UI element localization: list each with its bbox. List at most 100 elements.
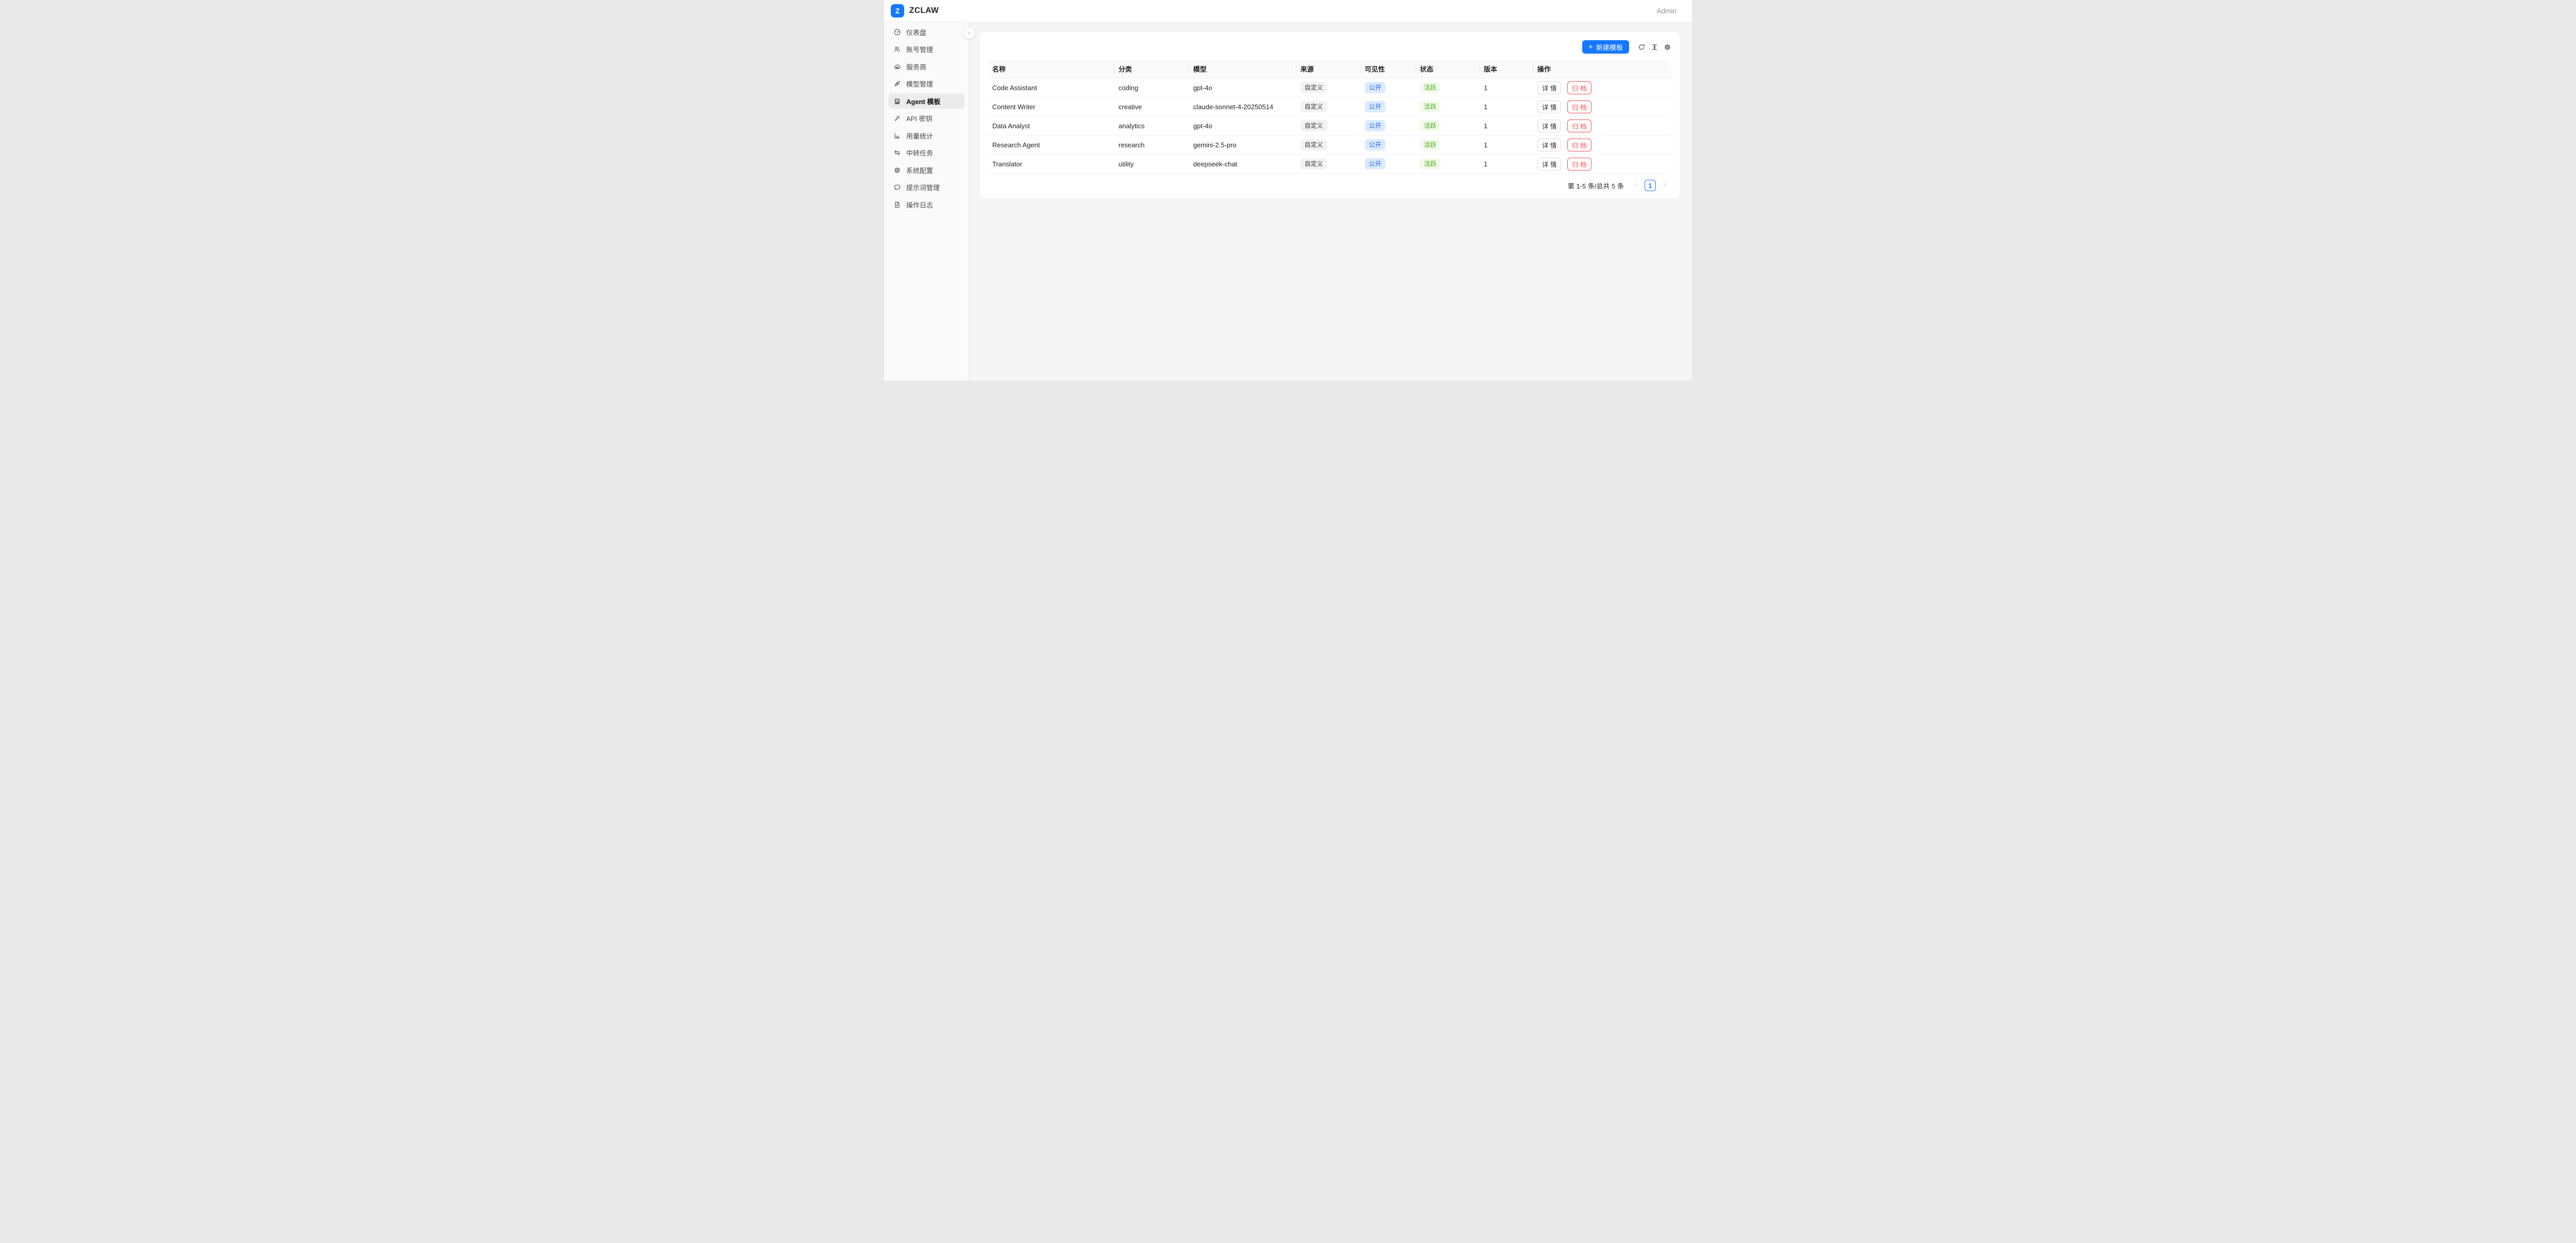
pagination-page-1[interactable]: 1	[1645, 180, 1656, 191]
status-tag: 活跃	[1420, 120, 1440, 131]
top-header: Z ZCLAW Admin	[884, 0, 1692, 22]
cell-status: 活跃	[1416, 155, 1480, 174]
cell-model: gemini-2.5-pro	[1189, 135, 1296, 155]
cell-version: 1	[1480, 135, 1533, 155]
gauge-icon	[893, 28, 901, 36]
pagination-prev-button[interactable]: ‹	[1630, 180, 1641, 191]
archive-button[interactable]: 归 档	[1567, 81, 1591, 94]
visibility-tag: 公开	[1365, 158, 1385, 169]
sidebar-item-dashboard[interactable]: 仪表盘	[888, 24, 964, 40]
column-height-button[interactable]	[1650, 40, 1658, 54]
brand-logo: Z	[891, 4, 904, 18]
column-header-visibility: 可见性	[1361, 60, 1416, 78]
cell-source: 自定义	[1296, 78, 1361, 97]
sidebar-item-agent-templates[interactable]: Agent 模板	[888, 93, 964, 109]
sidebar-item-relay-tasks[interactable]: 中转任务	[888, 145, 964, 161]
cell-visibility: 公开	[1361, 135, 1416, 155]
users-icon	[893, 45, 901, 53]
sidebar-item-providers[interactable]: 服务商	[888, 59, 964, 74]
cell-name: Translator	[988, 155, 1114, 174]
app-root: Z ZCLAW Admin 仪表盘 账号管理 服务商 模型管理	[884, 0, 1692, 381]
visibility-tag: 公开	[1365, 82, 1385, 93]
sidebar-item-accounts[interactable]: 账号管理	[888, 42, 964, 57]
cell-version: 1	[1480, 97, 1533, 116]
source-tag: 自定义	[1300, 158, 1327, 169]
cell-status: 活跃	[1416, 97, 1480, 116]
sidebar-collapse-button[interactable]: ‹	[964, 28, 975, 39]
cell-status: 活跃	[1416, 116, 1480, 135]
sidebar-item-label: API 密钥	[906, 113, 933, 123]
new-template-button[interactable]: + 新建模板	[1582, 40, 1629, 54]
chart-icon	[893, 132, 901, 140]
table-row: Translator utility deepseek-chat 自定义 公开 …	[988, 155, 1671, 174]
cell-source: 自定义	[1296, 116, 1361, 135]
sidebar-item-label: 用量统计	[906, 131, 933, 141]
pagination-next-button[interactable]: ›	[1659, 180, 1670, 191]
cell-category: utility	[1114, 155, 1189, 174]
logo-letter: Z	[895, 7, 900, 15]
table-body: Code Assistant coding gpt-4o 自定义 公开 活跃 1…	[988, 78, 1671, 174]
source-tag: 自定义	[1300, 82, 1327, 93]
cell-visibility: 公开	[1361, 97, 1416, 116]
detail-button[interactable]: 详 情	[1537, 120, 1561, 132]
column-height-icon	[1651, 43, 1658, 51]
cell-name: Code Assistant	[988, 78, 1114, 97]
sidebar-item-usage-stats[interactable]: 用量统计	[888, 128, 964, 143]
cell-source: 自定义	[1296, 135, 1361, 155]
table-row: Research Agent research gemini-2.5-pro 自…	[988, 135, 1671, 155]
archive-button[interactable]: 归 档	[1567, 100, 1591, 113]
cell-name: Content Writer	[988, 97, 1114, 116]
archive-button[interactable]: 归 档	[1567, 120, 1591, 132]
chat-icon	[893, 183, 901, 191]
sidebar-item-models[interactable]: 模型管理	[888, 76, 964, 92]
detail-button[interactable]: 详 情	[1537, 158, 1561, 171]
table-row: Content Writer creative claude-sonnet-4-…	[988, 97, 1671, 116]
content-card: + 新建模板	[980, 32, 1680, 198]
key-icon	[893, 114, 901, 122]
sidebar-item-label: Agent 模板	[906, 96, 940, 106]
detail-button[interactable]: 详 情	[1537, 81, 1561, 94]
table-row: Data Analyst analytics gpt-4o 自定义 公开 活跃 …	[988, 116, 1671, 135]
sidebar-item-api-keys[interactable]: API 密钥	[888, 111, 964, 126]
column-header-source: 来源	[1296, 60, 1361, 78]
status-tag: 活跃	[1420, 101, 1440, 112]
sidebar-item-label: 提示词管理	[906, 182, 940, 192]
source-tag: 自定义	[1300, 139, 1327, 150]
cell-name: Data Analyst	[988, 116, 1114, 135]
cell-version: 1	[1480, 155, 1533, 174]
sidebar-item-prompt-manage[interactable]: 提示词管理	[888, 180, 964, 195]
cell-source: 自定义	[1296, 155, 1361, 174]
archive-button[interactable]: 归 档	[1567, 158, 1591, 171]
detail-button[interactable]: 详 情	[1537, 139, 1561, 151]
column-header-status: 状态	[1416, 60, 1480, 78]
sidebar-nav: 仪表盘 账号管理 服务商 模型管理 Agent 模板 API 密钥	[884, 22, 969, 381]
settings-button[interactable]	[1663, 40, 1671, 54]
chevron-left-icon: ‹	[1634, 180, 1637, 190]
cell-status: 活跃	[1416, 135, 1480, 155]
sidebar-item-label: 中转任务	[906, 148, 933, 158]
source-tag: 自定义	[1300, 120, 1327, 131]
visibility-tag: 公开	[1365, 139, 1385, 150]
cell-actions: 详 情 归 档	[1533, 155, 1671, 174]
pagination-total-text: 第 1-5 条/总共 5 条	[1568, 181, 1624, 191]
cell-visibility: 公开	[1361, 155, 1416, 174]
cell-status: 活跃	[1416, 78, 1480, 97]
archive-button[interactable]: 归 档	[1567, 139, 1591, 151]
status-tag: 活跃	[1420, 158, 1440, 169]
chevron-left-icon: ‹	[968, 29, 970, 37]
column-header-version: 版本	[1480, 60, 1533, 78]
reload-button[interactable]	[1637, 40, 1646, 54]
sidebar-item-system-config[interactable]: 系统配置	[888, 162, 964, 178]
detail-button[interactable]: 详 情	[1537, 100, 1561, 113]
sidebar-item-label: 账号管理	[906, 44, 933, 54]
cell-actions: 详 情 归 档	[1533, 78, 1671, 97]
sidebar-item-operation-logs[interactable]: 操作日志	[888, 197, 964, 212]
visibility-tag: 公开	[1365, 101, 1385, 112]
column-header-category: 分类	[1114, 60, 1189, 78]
cell-source: 自定义	[1296, 97, 1361, 116]
column-header-actions: 操作	[1533, 60, 1671, 78]
cell-model: gpt-4o	[1189, 116, 1296, 135]
source-tag: 自定义	[1300, 101, 1327, 112]
cell-actions: 详 情 归 档	[1533, 97, 1671, 116]
cell-visibility: 公开	[1361, 116, 1416, 135]
